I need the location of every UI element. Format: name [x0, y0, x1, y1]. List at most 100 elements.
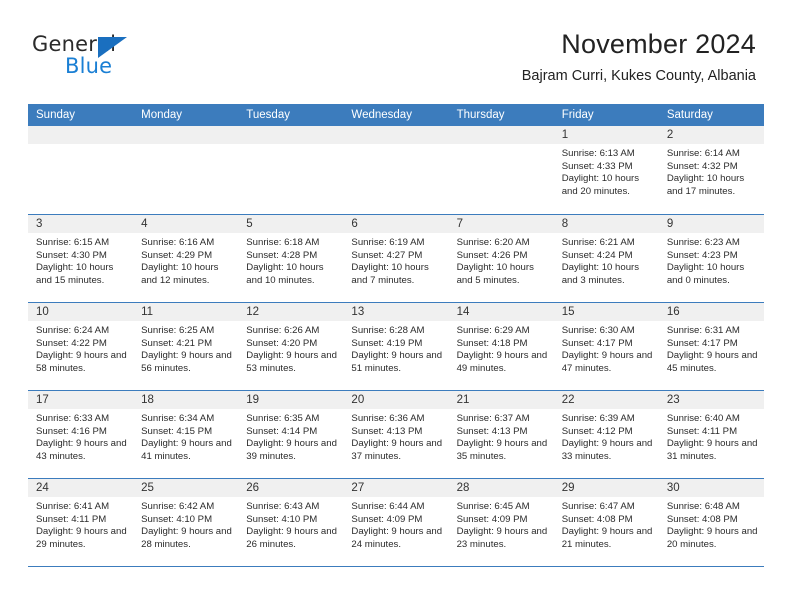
- calendar-day-cell[interactable]: 21 Sunrise: 6:37 AM Sunset: 4:13 PM Dayligh…: [448, 391, 554, 478]
- calendar-day-cell[interactable]: 25 Sunrise: 6:42 AM Sunset: 4:10 PM Dayligh…: [133, 479, 239, 566]
- sunrise-text: Sunrise: 6:20 AM: [456, 237, 530, 248]
- calendar-day-cell[interactable]: 11 Sunrise: 6:25 AM Sunset: 4:21 PM Dayligh…: [133, 303, 239, 390]
- daylight-text: Daylight: 9 hours and 43 minutes.: [36, 438, 127, 462]
- calendar-day-cell[interactable]: 10 Sunrise: 6:24 AM Sunset: 4:22 PM Dayligh…: [28, 303, 134, 390]
- day-number: 14: [448, 303, 554, 321]
- sunset-text: Sunset: 4:16 PM: [36, 425, 107, 437]
- day-number: 11: [133, 303, 239, 321]
- day-of-week-header-sunday: Sunday: [36, 109, 76, 121]
- sunset-text: Sunset: 4:22 PM: [36, 337, 107, 349]
- calendar-day-cell[interactable]: 12 Sunrise: 6:26 AM Sunset: 4:20 PM Dayligh…: [238, 303, 344, 390]
- sunset-text: Sunset: 4:10 PM: [246, 513, 318, 525]
- calendar-day-cell[interactable]: 23 Sunrise: 6:40 AM Sunset: 4:11 PM Dayligh…: [658, 391, 764, 478]
- day-sun-info: Sunrise: 6:26 AM Sunset: 4:20 PM Daylight:…: [238, 321, 343, 375]
- day-sun-info: Sunrise: 6:25 AM Sunset: 4:21 PM Daylight:…: [133, 321, 238, 375]
- calendar-day-cell[interactable]: 3 Sunrise: 6:15 AM Sunset: 4:30 PM Daylight…: [28, 215, 134, 302]
- sunrise-text: Sunrise: 6:25 AM: [141, 325, 215, 336]
- calendar-day-cell[interactable]: 26 Sunrise: 6:43 AM Sunset: 4:10 PM Dayligh…: [238, 479, 344, 566]
- calendar-day-cell[interactable]: 24 Sunrise: 6:41 AM Sunset: 4:11 PM Dayligh…: [28, 479, 134, 566]
- daylight-text: Daylight: 10 hours and 12 minutes.: [141, 262, 219, 286]
- sunset-text: Sunset: 4:13 PM: [351, 425, 423, 437]
- calendar-day-cell[interactable]: 30 Sunrise: 6:48 AM Sunset: 4:08 PM Dayligh…: [658, 479, 764, 566]
- calendar-day-cell[interactable]: 6 Sunrise: 6:19 AM Sunset: 4:27 PM Daylight…: [343, 215, 449, 302]
- day-number: 17: [28, 391, 134, 409]
- day-sun-info: Sunrise: 6:28 AM Sunset: 4:19 PM Daylight:…: [343, 321, 448, 375]
- day-number: 20: [343, 391, 449, 409]
- day-number: 28: [448, 479, 554, 497]
- calendar-day-cell[interactable]: 28 Sunrise: 6:45 AM Sunset: 4:09 PM Dayligh…: [448, 479, 554, 566]
- day-number: 15: [553, 303, 659, 321]
- daylight-text: Daylight: 10 hours and 7 minutes.: [351, 262, 429, 286]
- calendar-day-cell[interactable]: 1 Sunrise: 6:13 AM Sunset: 4:33 PM Daylight…: [553, 126, 659, 214]
- sunset-text: Sunset: 4:21 PM: [141, 337, 213, 349]
- calendar-day-cell[interactable]: 16 Sunrise: 6:31 AM Sunset: 4:17 PM Dayligh…: [658, 303, 764, 390]
- calendar-day-cell-empty: [133, 126, 239, 214]
- sunset-text: Sunset: 4:33 PM: [561, 160, 633, 172]
- calendar-week-row: 1 Sunrise: 6:13 AM Sunset: 4:33 PM Daylight…: [28, 126, 764, 214]
- sunset-text: Sunset: 4:19 PM: [351, 337, 423, 349]
- sunset-text: Sunset: 4:23 PM: [666, 249, 738, 261]
- day-number: 8: [553, 215, 659, 233]
- sunrise-text: Sunrise: 6:44 AM: [351, 501, 425, 512]
- calendar-day-cell[interactable]: 17 Sunrise: 6:33 AM Sunset: 4:16 PM Dayligh…: [28, 391, 134, 478]
- calendar-day-cell[interactable]: 7 Sunrise: 6:20 AM Sunset: 4:26 PM Daylight…: [448, 215, 554, 302]
- day-number: [448, 126, 554, 144]
- logo-text-blue: Blue: [65, 54, 113, 78]
- sunset-text: Sunset: 4:09 PM: [351, 513, 423, 525]
- sunset-text: Sunset: 4:18 PM: [456, 337, 528, 349]
- calendar-day-cell[interactable]: 14 Sunrise: 6:29 AM Sunset: 4:18 PM Dayligh…: [448, 303, 554, 390]
- calendar-day-cell[interactable]: 18 Sunrise: 6:34 AM Sunset: 4:15 PM Dayligh…: [133, 391, 239, 478]
- daylight-text: Daylight: 9 hours and 24 minutes.: [351, 526, 443, 550]
- day-sun-info: Sunrise: 6:45 AM Sunset: 4:09 PM Daylight:…: [449, 497, 554, 551]
- day-number: 2: [658, 126, 764, 144]
- calendar-week-row: 10 Sunrise: 6:24 AM Sunset: 4:22 PM Dayligh…: [28, 302, 764, 390]
- day-sun-info: Sunrise: 6:33 AM Sunset: 4:16 PM Daylight:…: [28, 409, 133, 463]
- day-number: 25: [133, 479, 239, 497]
- calendar-day-cell[interactable]: 13 Sunrise: 6:28 AM Sunset: 4:19 PM Dayligh…: [343, 303, 449, 390]
- general-blue-logo[interactable]: General Blue: [32, 32, 172, 82]
- sunset-text: Sunset: 4:11 PM: [666, 425, 738, 437]
- sunrise-text: Sunrise: 6:31 AM: [666, 325, 740, 336]
- day-number: 29: [553, 479, 659, 497]
- calendar-day-cell[interactable]: 2 Sunrise: 6:14 AM Sunset: 4:32 PM Daylight…: [658, 126, 764, 214]
- calendar-day-cell[interactable]: 4 Sunrise: 6:16 AM Sunset: 4:29 PM Daylight…: [133, 215, 239, 302]
- calendar-day-cell[interactable]: 20 Sunrise: 6:36 AM Sunset: 4:13 PM Dayligh…: [343, 391, 449, 478]
- sunset-text: Sunset: 4:27 PM: [351, 249, 423, 261]
- day-number: [343, 126, 449, 144]
- day-number: 5: [238, 215, 344, 233]
- calendar-day-cell[interactable]: 8 Sunrise: 6:21 AM Sunset: 4:24 PM Daylight…: [553, 215, 659, 302]
- calendar-day-cell-empty: [238, 126, 344, 214]
- sunrise-text: Sunrise: 6:16 AM: [141, 237, 215, 248]
- daylight-text: Daylight: 9 hours and 58 minutes.: [36, 350, 127, 374]
- sunset-text: Sunset: 4:32 PM: [666, 160, 738, 172]
- sunrise-text: Sunrise: 6:28 AM: [351, 325, 425, 336]
- calendar-week-row: 17 Sunrise: 6:33 AM Sunset: 4:16 PM Dayligh…: [28, 390, 764, 478]
- sunrise-text: Sunrise: 6:33 AM: [36, 413, 110, 424]
- day-number: 3: [28, 215, 134, 233]
- calendar-day-cell-empty: [343, 126, 449, 214]
- sunrise-text: Sunrise: 6:19 AM: [351, 237, 425, 248]
- day-sun-info: Sunrise: 6:48 AM Sunset: 4:08 PM Daylight:…: [659, 497, 764, 551]
- calendar-day-cell[interactable]: 19 Sunrise: 6:35 AM Sunset: 4:14 PM Dayligh…: [238, 391, 344, 478]
- calendar-week-row: 24 Sunrise: 6:41 AM Sunset: 4:11 PM Dayligh…: [28, 478, 764, 566]
- day-sun-info: Sunrise: 6:35 AM Sunset: 4:14 PM Daylight:…: [238, 409, 343, 463]
- calendar-day-cell[interactable]: 27 Sunrise: 6:44 AM Sunset: 4:09 PM Dayligh…: [343, 479, 449, 566]
- sunrise-text: Sunrise: 6:34 AM: [141, 413, 215, 424]
- calendar-day-cell[interactable]: 5 Sunrise: 6:18 AM Sunset: 4:28 PM Daylight…: [238, 215, 344, 302]
- day-of-week-header-monday: Monday: [141, 109, 183, 121]
- sunrise-text: Sunrise: 6:15 AM: [36, 237, 110, 248]
- sunrise-text: Sunrise: 6:40 AM: [666, 413, 740, 424]
- daylight-text: Daylight: 10 hours and 20 minutes.: [561, 173, 640, 197]
- day-of-week-header-row: Sunday Monday Tuesday Wednesday Thursday Frid…: [28, 104, 764, 126]
- day-number: 12: [238, 303, 344, 321]
- calendar-day-cell[interactable]: 22 Sunrise: 6:39 AM Sunset: 4:12 PM Dayligh…: [553, 391, 659, 478]
- sunrise-text: Sunrise: 6:13 AM: [561, 148, 635, 159]
- day-number: [28, 126, 134, 144]
- daylight-text: Daylight: 10 hours and 15 minutes.: [36, 262, 114, 286]
- calendar-day-cell[interactable]: 29 Sunrise: 6:47 AM Sunset: 4:08 PM Dayligh…: [553, 479, 659, 566]
- calendar-day-cell[interactable]: 9 Sunrise: 6:23 AM Sunset: 4:23 PM Daylight…: [658, 215, 764, 302]
- calendar-day-cell[interactable]: 15 Sunrise: 6:30 AM Sunset: 4:17 PM Dayligh…: [553, 303, 659, 390]
- day-sun-info: Sunrise: 6:16 AM Sunset: 4:29 PM Daylight:…: [133, 233, 238, 287]
- calendar-day-cell-empty: [448, 126, 554, 214]
- day-number: 9: [658, 215, 764, 233]
